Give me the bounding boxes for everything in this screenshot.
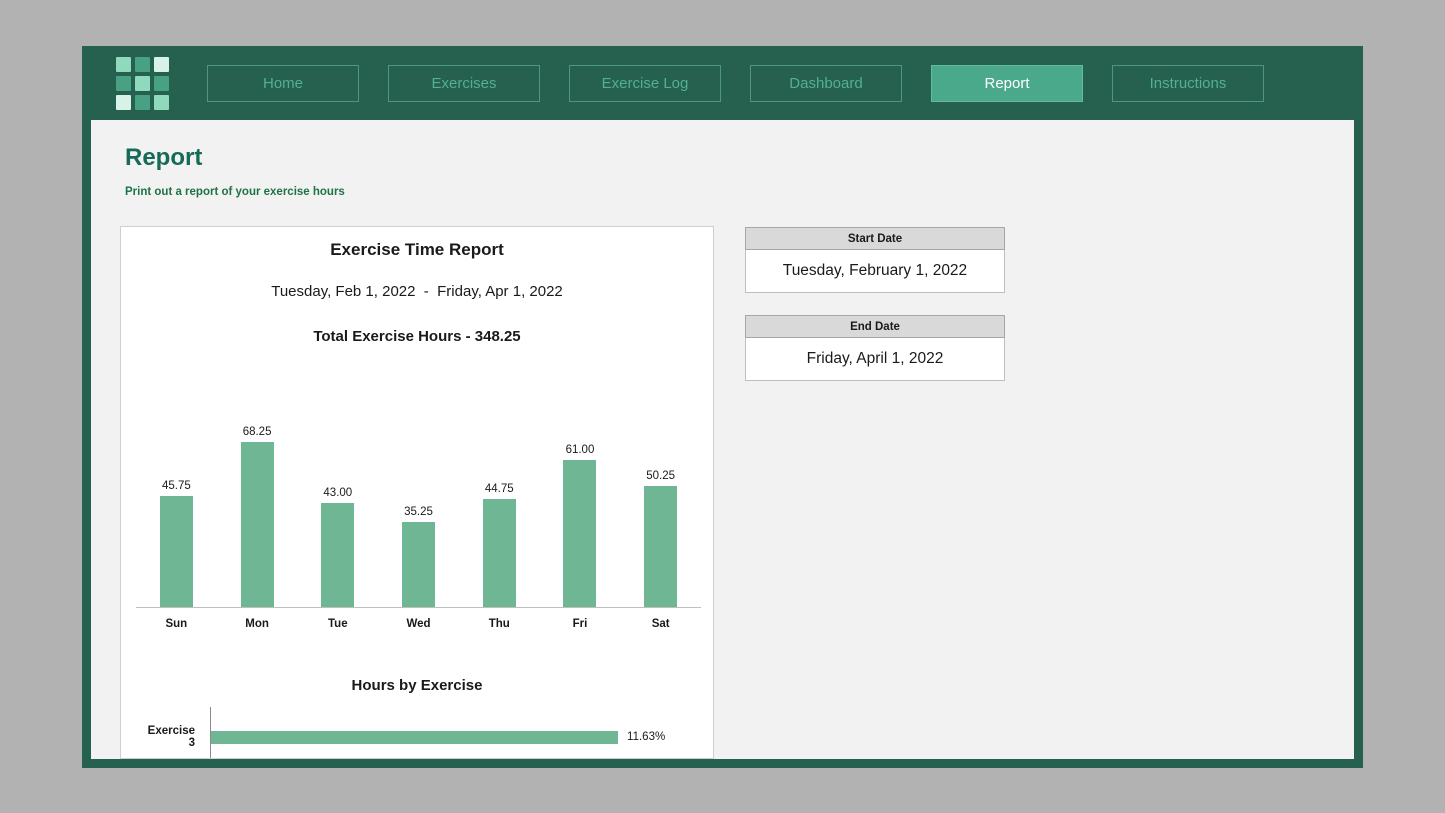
bar-chart-category-axis: SunMonTueWedThuFriSat <box>136 608 701 630</box>
daily-hours-bar-chart: 45.75 68.25 43.00 35.25 44.75 61.00 50.25 SunM… <box>136 423 701 630</box>
bar-value-label: 45.75 <box>162 480 191 492</box>
nav-button-dashboard[interactable]: Dashboard <box>750 65 902 102</box>
bar-value-label: 50.25 <box>646 470 675 482</box>
app-window: Home Exercises Exercise Log Dashboard Report… <box>82 46 1363 768</box>
exercise-3-bar <box>211 731 618 744</box>
exercise-3-value-label: 11.63% <box>627 731 665 743</box>
nav-button-report[interactable]: Report <box>931 65 1083 102</box>
nav-button-exercises[interactable]: Exercises <box>388 65 540 102</box>
logo-square <box>135 95 150 110</box>
start-date-value[interactable]: Tuesday, February 1, 2022 <box>745 250 1005 293</box>
bar-value-label: 35.25 <box>404 506 433 518</box>
axis-label-thu: Thu <box>459 608 540 630</box>
exercise-row-label: Exercise 3 <box>142 725 210 749</box>
bar-slot-thu: 44.75 <box>459 483 540 607</box>
report-chart-title: Exercise Time Report <box>121 240 713 260</box>
logo-square <box>116 76 131 91</box>
horizontal-bar-axis <box>210 707 618 759</box>
bar-slot-mon: 68.25 <box>217 426 298 607</box>
bar-slot-fri: 61.00 <box>540 444 621 607</box>
bar-fri <box>563 460 596 607</box>
logo-square <box>154 95 169 110</box>
axis-label-tue: Tue <box>297 608 378 630</box>
logo-square <box>116 95 131 110</box>
report-chart-card: Exercise Time Report Tuesday, Feb 1, 202… <box>120 226 714 759</box>
hours-by-exercise-title: Hours by Exercise <box>121 677 713 694</box>
bar-slot-wed: 35.25 <box>378 506 459 607</box>
report-date-range: Tuesday, Feb 1, 2022 - Friday, Apr 1, 20… <box>121 283 713 300</box>
axis-label-fri: Fri <box>540 608 621 630</box>
bar-slot-sat: 50.25 <box>620 470 701 607</box>
top-navbar: Home Exercises Exercise Log Dashboard Report… <box>82 46 1363 120</box>
nav-button-instructions[interactable]: Instructions <box>1112 65 1264 102</box>
logo-square <box>135 76 150 91</box>
bar-slot-tue: 43.00 <box>297 487 378 607</box>
bar-sun <box>160 496 193 607</box>
axis-label-sun: Sun <box>136 608 217 630</box>
nav-button-exercise-log[interactable]: Exercise Log <box>569 65 721 102</box>
bar-sat <box>644 486 677 607</box>
axis-label-wed: Wed <box>378 608 459 630</box>
end-date-header: End Date <box>745 315 1005 338</box>
bar-mon <box>241 442 274 607</box>
nav-tabs: Home Exercises Exercise Log Dashboard Report… <box>207 65 1264 102</box>
bar-value-label: 61.00 <box>566 444 595 456</box>
bar-thu <box>483 499 516 607</box>
bar-value-label: 68.25 <box>243 426 272 438</box>
logo-square <box>116 57 131 72</box>
axis-label-mon: Mon <box>217 608 298 630</box>
bar-value-label: 44.75 <box>485 483 514 495</box>
start-date-header: Start Date <box>745 227 1005 250</box>
hours-by-exercise-row: Exercise 3 11.63% <box>142 717 702 757</box>
report-total-hours: Total Exercise Hours - 348.25 <box>121 328 713 345</box>
bar-slot-sun: 45.75 <box>136 480 217 607</box>
bar-tue <box>321 503 354 607</box>
content-area: Report Print out a report of your exerci… <box>91 120 1354 759</box>
logo-square <box>135 57 150 72</box>
bar-wed <box>402 522 435 607</box>
logo-square <box>154 76 169 91</box>
axis-label-sat: Sat <box>620 608 701 630</box>
page-title: Report <box>125 144 202 172</box>
page-subtitle: Print out a report of your exercise hour… <box>125 186 345 198</box>
logo-square <box>154 57 169 72</box>
end-date-value[interactable]: Friday, April 1, 2022 <box>745 338 1005 381</box>
grid-logo-icon <box>116 57 169 110</box>
end-date-panel: End Date Friday, April 1, 2022 <box>745 315 1005 381</box>
bar-chart-plot-area: 45.75 68.25 43.00 35.25 44.75 61.00 50.25 <box>136 423 701 608</box>
nav-button-home[interactable]: Home <box>207 65 359 102</box>
bar-value-label: 43.00 <box>323 487 352 499</box>
start-date-panel: Start Date Tuesday, February 1, 2022 <box>745 227 1005 293</box>
